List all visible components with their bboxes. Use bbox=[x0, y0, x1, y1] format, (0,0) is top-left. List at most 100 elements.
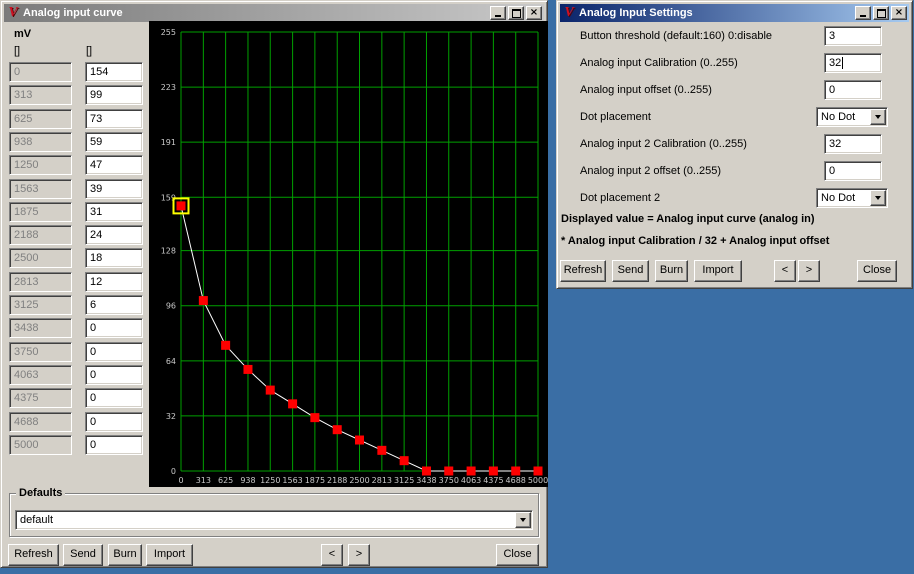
value-cell[interactable]: 0 bbox=[85, 342, 143, 362]
maximize-icon bbox=[512, 9, 521, 18]
analog-input-2-calibration-input[interactable]: 32 bbox=[824, 134, 882, 154]
y-tick-label: 128 bbox=[161, 247, 176, 256]
col-header-mv: [] bbox=[14, 45, 20, 58]
displayed-value-note: Displayed value = Analog input curve (an… bbox=[561, 213, 815, 226]
y-tick-label: 223 bbox=[161, 83, 176, 92]
value-cell[interactable]: 154 bbox=[85, 62, 143, 82]
data-point-marker[interactable] bbox=[377, 446, 386, 455]
next-button[interactable]: > bbox=[348, 544, 370, 566]
mv-cell: 1250 bbox=[9, 155, 72, 175]
value-cell[interactable]: 6 bbox=[85, 295, 143, 315]
desktop: { "desktop": {"background_color": "#3A6E… bbox=[0, 0, 914, 574]
close-icon: × bbox=[895, 8, 903, 18]
refresh-button[interactable]: Refresh bbox=[560, 260, 606, 282]
send-button[interactable]: Send bbox=[63, 544, 103, 566]
data-point-marker[interactable] bbox=[444, 467, 453, 476]
value-cell[interactable]: 18 bbox=[85, 248, 143, 268]
x-tick-label: 4375 bbox=[483, 476, 503, 485]
value-cell[interactable]: 73 bbox=[85, 109, 143, 129]
data-point-marker[interactable] bbox=[511, 467, 520, 476]
value-cell[interactable]: 0 bbox=[85, 388, 143, 408]
analog-input-calibration-input[interactable]: 32 bbox=[824, 53, 882, 73]
value-cell[interactable]: 0 bbox=[85, 412, 143, 432]
y-tick-label: 0 bbox=[171, 467, 176, 476]
close-button[interactable]: × bbox=[891, 6, 907, 20]
close-action-button[interactable]: Close bbox=[857, 260, 897, 282]
close-icon: × bbox=[530, 8, 538, 18]
data-point-marker[interactable] bbox=[355, 436, 364, 445]
data-point-marker[interactable] bbox=[422, 467, 431, 476]
value-cell[interactable]: 31 bbox=[85, 202, 143, 222]
burn-button[interactable]: Burn bbox=[655, 260, 688, 282]
data-point-marker[interactable] bbox=[400, 456, 409, 465]
value-cell[interactable]: 0 bbox=[85, 318, 143, 338]
data-point-marker[interactable] bbox=[266, 386, 275, 395]
curve-plot-svg: 0326496128159191223255031362593812501563… bbox=[149, 21, 548, 487]
burn-button[interactable]: Burn bbox=[108, 544, 142, 566]
x-tick-label: 1875 bbox=[305, 476, 325, 485]
minimize-button[interactable] bbox=[855, 6, 871, 20]
minimize-button[interactable] bbox=[490, 6, 506, 20]
data-point-marker[interactable] bbox=[288, 399, 297, 408]
x-tick-label: 3750 bbox=[439, 476, 459, 485]
maximize-button[interactable] bbox=[873, 6, 889, 20]
analog-input-offset-input[interactable]: 0 bbox=[824, 80, 882, 100]
maximize-button[interactable] bbox=[508, 6, 524, 20]
settings-window-title: Analog Input Settings bbox=[579, 7, 693, 19]
next-button[interactable]: > bbox=[798, 260, 820, 282]
x-tick-label: 938 bbox=[240, 476, 255, 485]
chevron-down-icon[interactable] bbox=[870, 190, 886, 206]
curve-window-title: Analog input curve bbox=[23, 7, 123, 19]
app-logo-icon: V bbox=[6, 6, 20, 20]
data-point-marker[interactable] bbox=[177, 201, 186, 210]
mv-cell: 938 bbox=[9, 132, 72, 152]
refresh-button[interactable]: Refresh bbox=[8, 544, 59, 566]
data-point-marker[interactable] bbox=[534, 467, 543, 476]
analog-input-2-calibration-label: Analog input 2 Calibration (0..255) bbox=[580, 138, 747, 151]
data-point-marker[interactable] bbox=[199, 296, 208, 305]
value-cell[interactable]: 99 bbox=[85, 85, 143, 105]
data-point-marker[interactable] bbox=[221, 341, 230, 350]
data-point-marker[interactable] bbox=[310, 413, 319, 422]
import-button[interactable]: Import bbox=[694, 260, 742, 282]
dot-placement-label: Dot placement bbox=[580, 111, 651, 124]
value-cell[interactable]: 24 bbox=[85, 225, 143, 245]
button-threshold-label: Button threshold (default:160) 0:disable bbox=[580, 30, 772, 43]
value-cell[interactable]: 47 bbox=[85, 155, 143, 175]
value-cell[interactable]: 12 bbox=[85, 272, 143, 292]
mv-cell: 3438 bbox=[9, 318, 72, 338]
x-tick-label: 3438 bbox=[416, 476, 436, 485]
prev-button[interactable]: < bbox=[321, 544, 343, 566]
dot-placement-2-label: Dot placement 2 bbox=[580, 192, 660, 205]
data-point-marker[interactable] bbox=[243, 365, 252, 374]
analog-input-offset-label: Analog input offset (0..255) bbox=[580, 84, 712, 97]
minimize-icon bbox=[860, 15, 866, 17]
data-point-marker[interactable] bbox=[467, 467, 476, 476]
close-button[interactable]: × bbox=[526, 6, 542, 20]
value-cell[interactable]: 39 bbox=[85, 179, 143, 199]
import-button[interactable]: Import bbox=[146, 544, 193, 566]
close-action-button[interactable]: Close bbox=[496, 544, 539, 566]
curve-chart[interactable]: 0326496128159191223255031362593812501563… bbox=[149, 21, 548, 487]
value-cell[interactable]: 0 bbox=[85, 435, 143, 455]
dot-placement-combobox[interactable]: No Dot bbox=[816, 107, 888, 127]
arrow-down-glyph bbox=[520, 518, 526, 522]
value-cell[interactable]: 59 bbox=[85, 132, 143, 152]
curve-window-titlebar[interactable]: V Analog input curve × bbox=[4, 4, 544, 22]
mv-cell: 4688 bbox=[9, 412, 72, 432]
value-cell[interactable]: 0 bbox=[85, 365, 143, 385]
mv-cell: 2500 bbox=[9, 248, 72, 268]
analog-input-2-offset-input[interactable]: 0 bbox=[824, 161, 882, 181]
settings-window-titlebar[interactable]: V Analog Input Settings × bbox=[560, 4, 909, 22]
data-point-marker[interactable] bbox=[489, 467, 498, 476]
send-button[interactable]: Send bbox=[612, 260, 649, 282]
data-point-marker[interactable] bbox=[333, 425, 342, 434]
button-threshold-input[interactable]: 3 bbox=[824, 26, 882, 46]
defaults-combobox[interactable]: default bbox=[15, 510, 533, 530]
chevron-down-icon[interactable] bbox=[515, 512, 531, 528]
chevron-down-icon[interactable] bbox=[870, 109, 886, 125]
mv-cell: 313 bbox=[9, 85, 72, 105]
analog-input-curve-window: V Analog input curve × mV [] [] 01543139… bbox=[0, 0, 548, 568]
dot-placement-2-combobox[interactable]: No Dot bbox=[816, 188, 888, 208]
prev-button[interactable]: < bbox=[774, 260, 796, 282]
